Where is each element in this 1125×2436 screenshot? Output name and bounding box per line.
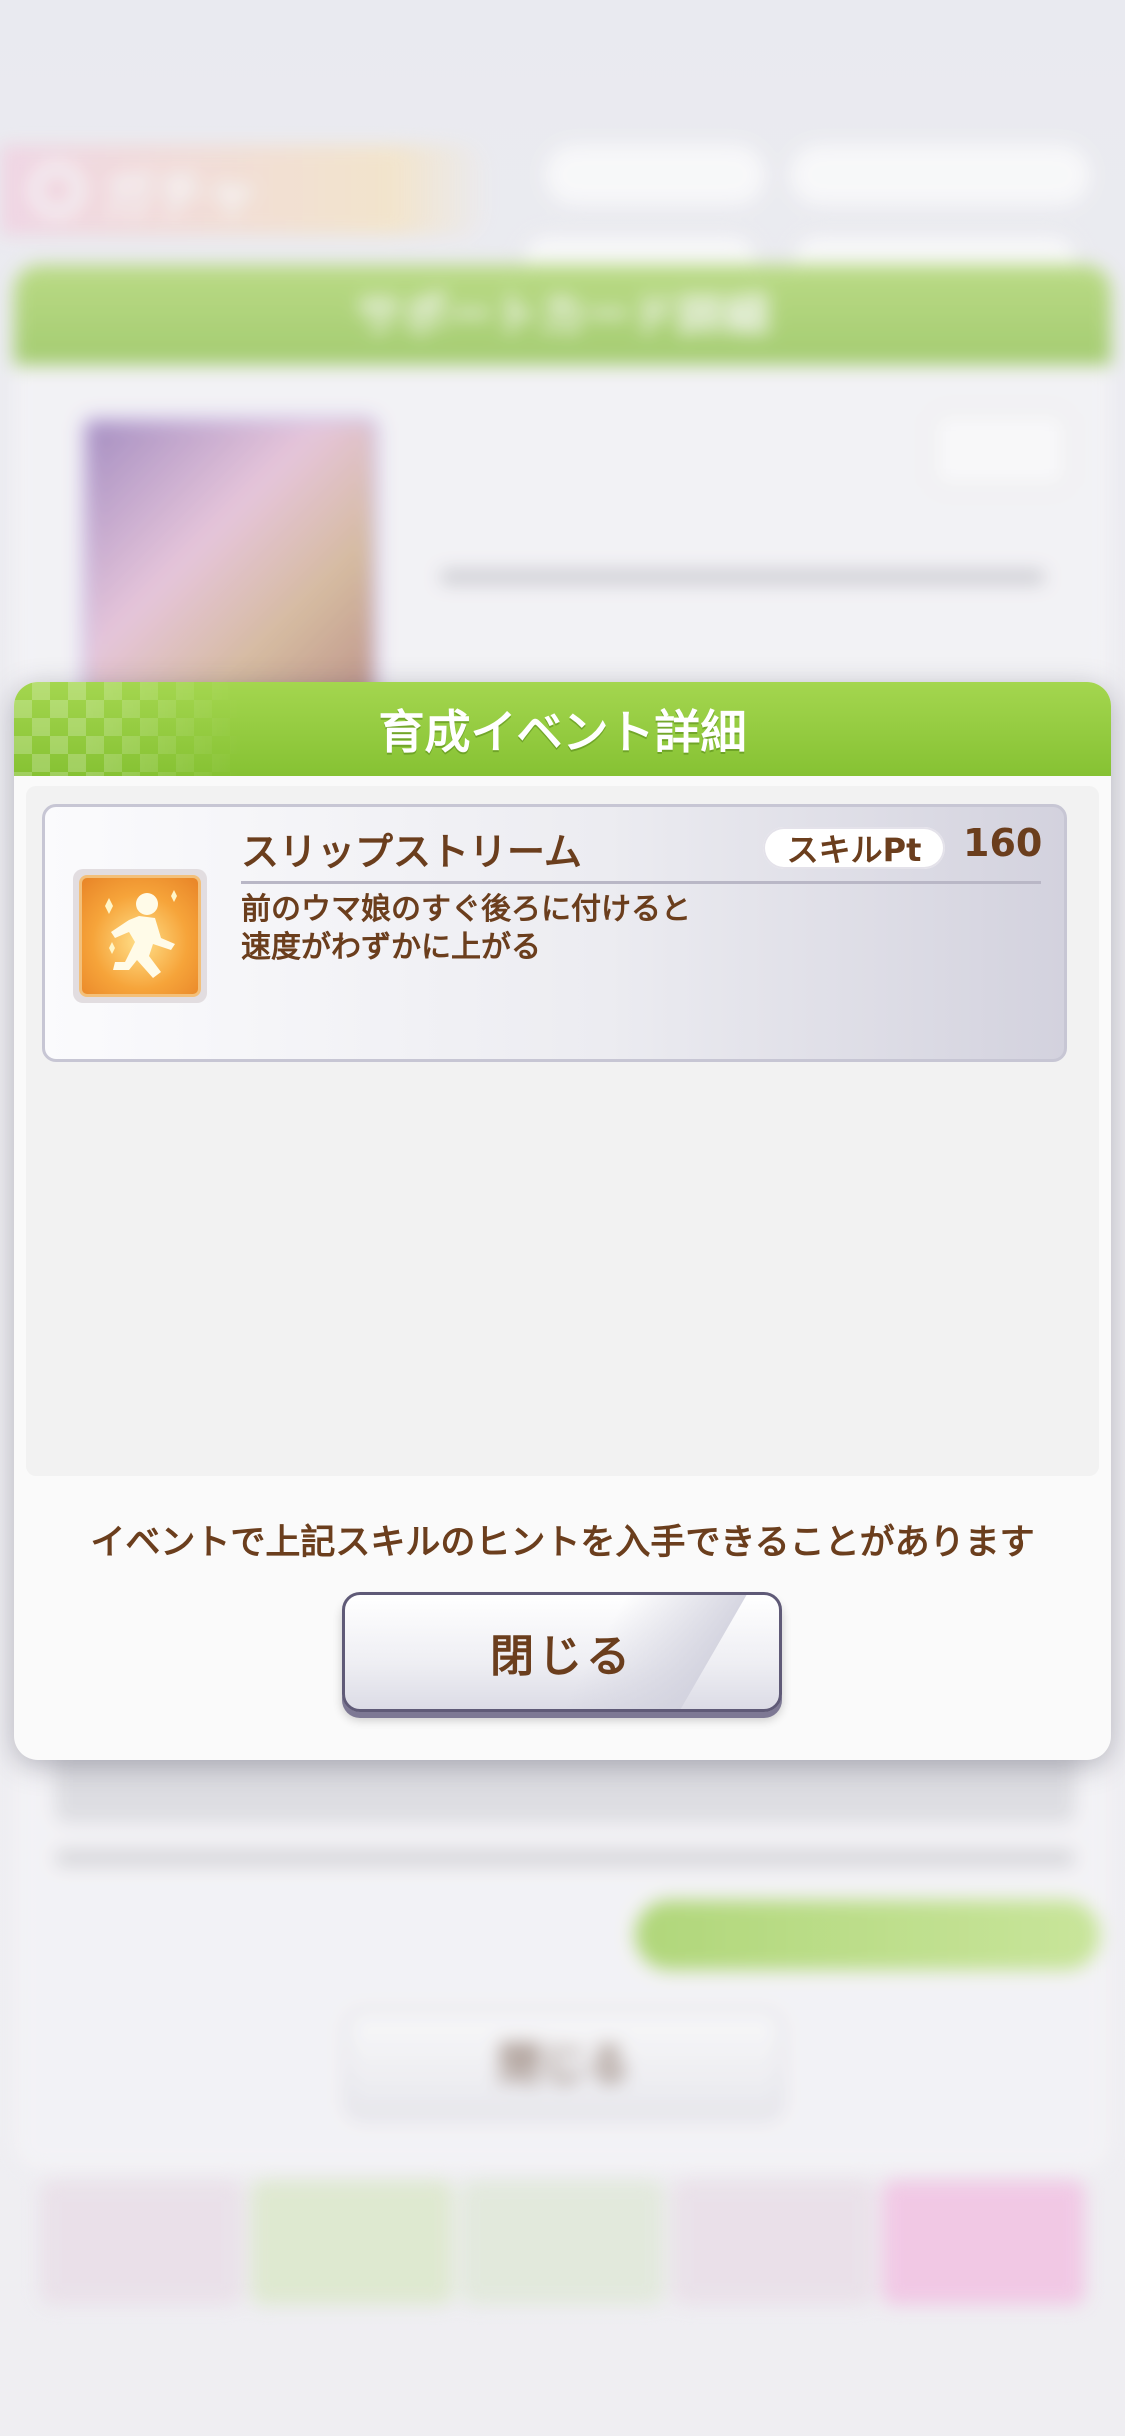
skill-pt-badge: スキルPt <box>763 827 945 869</box>
event-detail-dialog: 育成イベント詳細 スリップストリーム スキルPt 160 前のウマ娘のすぐ後ろに… <box>14 682 1111 1760</box>
skill-card: スリップストリーム スキルPt 160 前のウマ娘のすぐ後ろに付けると 速度がわ… <box>42 804 1067 1062</box>
hint-text: イベントで上記スキルのヒントを入手できることがあります <box>90 1523 1035 1563</box>
running-figure-icon <box>79 875 201 997</box>
running-figure-svg <box>105 890 177 978</box>
dialog-title: 育成イベント詳細 <box>378 705 747 759</box>
dialog-body: スリップストリーム スキルPt 160 前のウマ娘のすぐ後ろに付けると 速度がわ… <box>26 786 1099 1476</box>
skill-icon-frame <box>73 869 207 1003</box>
skill-description: 前のウマ娘のすぐ後ろに付けると 速度がわずかに上がる <box>241 891 691 967</box>
skill-description-line: 前のウマ娘のすぐ後ろに付けると <box>241 892 691 927</box>
dialog-header: 育成イベント詳細 <box>14 682 1111 776</box>
close-button-label: 閉じる <box>490 1631 634 1682</box>
close-button[interactable]: 閉じる <box>342 1592 782 1712</box>
skill-pt-value: 160 <box>963 821 1043 865</box>
divider <box>241 881 1041 884</box>
skill-description-line: 速度がわずかに上がる <box>241 930 541 965</box>
skill-name: スリップストリーム <box>241 830 582 874</box>
